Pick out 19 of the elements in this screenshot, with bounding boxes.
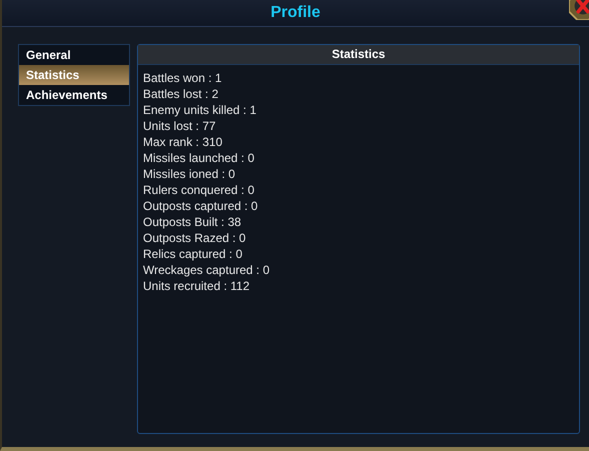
stat-line: Battles won : 1 [143,70,223,86]
stat-line: Rulers conquered : 0 [143,182,256,198]
stat-line: Battles lost : 2 [143,86,220,102]
stat-line: Wreckages captured : 0 [143,262,271,278]
stat-line: Relics captured : 0 [143,246,244,262]
stat-line: Missiles ioned : 0 [143,166,236,182]
stat-line: Units lost : 77 [143,118,217,134]
window-title: Profile [270,4,320,22]
stat-line: Missiles launched : 0 [143,150,256,166]
stat-line: Enemy units killed : 1 [143,102,258,118]
menu-item[interactable]: Statistics [19,65,129,85]
menu-item[interactable]: Achievements [19,85,129,105]
stat-line: Units recruited : 112 [143,278,250,294]
stat-line: Max rank : 310 [143,134,224,150]
menu-item[interactable]: General [19,45,129,65]
stat-line: Outposts Built : 38 [143,214,242,230]
panel-header: Statistics [138,45,579,65]
stat-line: Outposts captured : 0 [143,198,259,214]
stat-line: Outposts Razed : 0 [143,230,247,246]
